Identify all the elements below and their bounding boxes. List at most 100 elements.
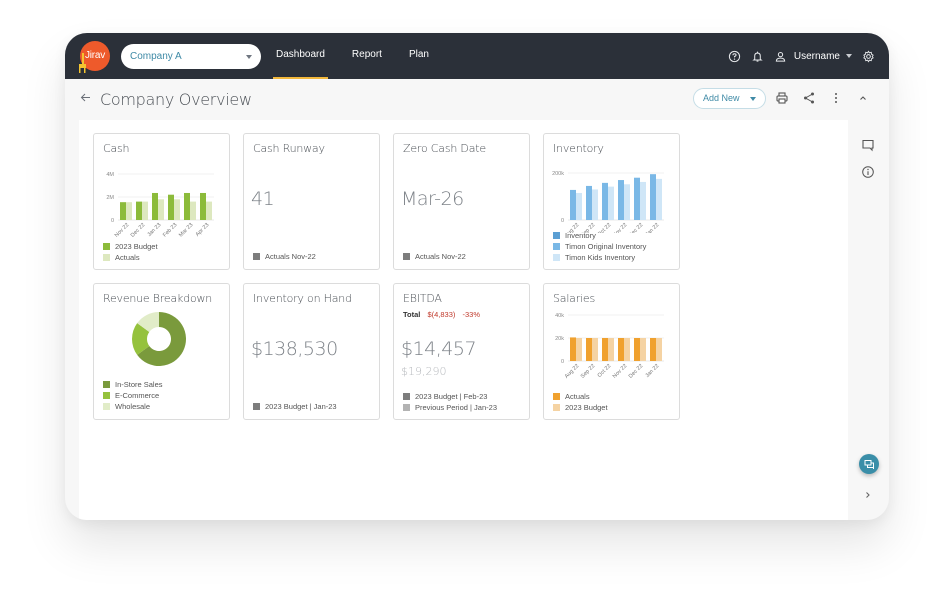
x-tick-label: Jan 22	[644, 363, 660, 379]
legend-swatch	[553, 393, 560, 400]
back-arrow-icon[interactable]	[80, 92, 91, 103]
bell-icon[interactable]	[751, 49, 765, 63]
bar	[570, 337, 576, 361]
compare-value: $19,290	[401, 365, 447, 378]
legend-swatch	[553, 254, 560, 261]
legend-swatch	[103, 381, 110, 388]
chart-legend: In-Store Sales E-Commerce Wholesale	[103, 379, 163, 412]
jirav-logo[interactable]: Jirav	[79, 41, 110, 73]
legend-label: 2023 Budget | Jan-23	[265, 402, 337, 411]
nav-tab-report[interactable]: Report	[349, 33, 385, 79]
legend-item: Wholesale	[103, 401, 163, 412]
legend-label: Actuals	[565, 392, 590, 401]
x-tick-label: Dec 22	[130, 222, 147, 239]
bar	[602, 182, 608, 220]
card-cash[interactable]: Cash 0 2M 4M Nov 22 Dec 22 Jan 23 Feb 23 Mar 23…	[93, 133, 230, 270]
kpi-value: $14,457	[401, 338, 477, 360]
company-select[interactable]: Company A	[121, 44, 261, 69]
kpi-value: 41	[251, 188, 275, 210]
bar	[608, 186, 614, 220]
card-title: Inventory	[553, 142, 604, 155]
bar	[570, 189, 576, 220]
legend-item: 2023 Budget	[103, 241, 158, 252]
expand-right-icon[interactable]	[861, 488, 875, 502]
kpi-value: $138,530	[251, 338, 338, 360]
y-tick-label: 0	[111, 218, 114, 224]
x-tick-label: Mar 23	[178, 222, 194, 238]
chat-button[interactable]	[859, 454, 879, 474]
user-toolbar: Username	[719, 33, 875, 79]
print-icon[interactable]	[775, 91, 789, 105]
bar	[174, 199, 180, 220]
card-title: Cash	[103, 142, 130, 155]
help-icon[interactable]	[728, 49, 742, 63]
card-zero-cash-date[interactable]: Zero Cash Date Mar-26 Actuals Nov-22	[393, 133, 530, 270]
bar	[586, 338, 592, 361]
ebitda-total: Total $(4,833) -33%	[403, 310, 485, 319]
bar	[634, 338, 640, 361]
legend-item: In-Store Sales	[103, 379, 163, 390]
user-icon[interactable]	[774, 49, 788, 63]
username[interactable]: Username	[794, 51, 840, 62]
legend-swatch	[553, 243, 560, 250]
card-ebitda[interactable]: EBITDA Total $(4,833) -33% $14,457 $19,2…	[393, 283, 530, 420]
legend-label: Timon Kids Inventory	[565, 253, 636, 262]
right-rail	[848, 120, 889, 520]
bar	[158, 199, 164, 220]
legend-label: Inventory	[565, 231, 596, 240]
main-nav: Dashboard Report Plan	[273, 33, 453, 79]
x-tick-label: Jan 22	[644, 222, 660, 233]
info-icon[interactable]	[861, 165, 875, 179]
dashboard-grid: Cash 0 2M 4M Nov 22 Dec 22 Jan 23 Feb 23 Mar 23…	[79, 120, 848, 520]
card-title: Salaries	[553, 292, 595, 305]
bar	[640, 338, 646, 361]
legend-item: Timon Original Inventory	[553, 241, 646, 252]
card-inventory[interactable]: Inventory 0 200k Aug 22 Sep 22 Oct 22 Nov 22 D…	[543, 133, 680, 270]
legend-swatch	[553, 232, 560, 239]
card-cash-runway[interactable]: Cash Runway 41 Actuals Nov-22	[243, 133, 380, 270]
giraffe-icon	[79, 53, 86, 73]
legend-label: Actuals Nov-22	[415, 252, 466, 261]
salaries-bar-chart: 0 20k 40k Aug 22 Sep 22 Oct 22 Nov 22 Dec 22 Jan…	[555, 313, 664, 380]
company-select-value: Company A	[130, 51, 182, 62]
more-options-icon[interactable]	[829, 91, 843, 105]
bar	[592, 189, 598, 220]
chevron-down-icon[interactable]	[846, 54, 852, 58]
card-inventory-on-hand[interactable]: Inventory on Hand $138,530 2023 Budget |…	[243, 283, 380, 420]
collapse-up-icon[interactable]	[856, 91, 870, 105]
card-title: EBITDA	[403, 292, 442, 305]
legend-swatch	[403, 253, 410, 260]
total-label: Total	[403, 310, 421, 319]
gear-icon[interactable]	[861, 49, 875, 63]
legend-item: 2023 Budget | Feb-23	[403, 391, 497, 402]
legend-item: Timon Kids Inventory	[553, 252, 646, 263]
x-tick-label: Nov 22	[612, 363, 629, 380]
page-title: Company Overview	[100, 90, 252, 109]
card-title: Zero Cash Date	[403, 142, 486, 155]
chat-icon	[864, 459, 874, 469]
legend-swatch	[103, 254, 110, 261]
card-revenue-breakdown[interactable]: Revenue Breakdown In-Store Sales E-Comme…	[93, 283, 230, 420]
card-salaries[interactable]: Salaries 0 20k 40k Aug 22 Sep 22 Oct 22 Nov 22…	[543, 283, 680, 420]
bar	[656, 178, 662, 220]
legend-label: Timon Original Inventory	[565, 242, 647, 251]
x-tick-label: Feb 23	[162, 222, 178, 238]
legend-label: In-Store Sales	[115, 380, 163, 389]
x-tick-label: Dec 22	[628, 363, 645, 380]
bar	[656, 338, 662, 361]
share-icon[interactable]	[802, 91, 816, 105]
bar	[136, 201, 142, 220]
legend-swatch	[253, 403, 260, 410]
add-new-button[interactable]: Add New	[693, 88, 766, 109]
inventory-bar-chart: 0200kAug 22 Sep 22 Oct 22 Nov 22 Dec 22 Jan 2…	[552, 171, 664, 233]
comment-icon[interactable]	[861, 138, 875, 152]
top-nav-bar: Jirav Company A Dashboard Report Plan Us…	[65, 33, 889, 79]
bar	[608, 338, 614, 361]
chart-legend: 2023 Budget | Jan-23	[253, 401, 337, 412]
bar	[576, 192, 582, 220]
add-new-label: Add New	[703, 93, 740, 103]
nav-tab-dashboard[interactable]: Dashboard	[273, 33, 328, 79]
nav-tab-plan[interactable]: Plan	[406, 33, 432, 79]
legend-item: Actuals Nov-22	[403, 251, 466, 262]
x-tick-label: Apr 23	[195, 222, 211, 238]
